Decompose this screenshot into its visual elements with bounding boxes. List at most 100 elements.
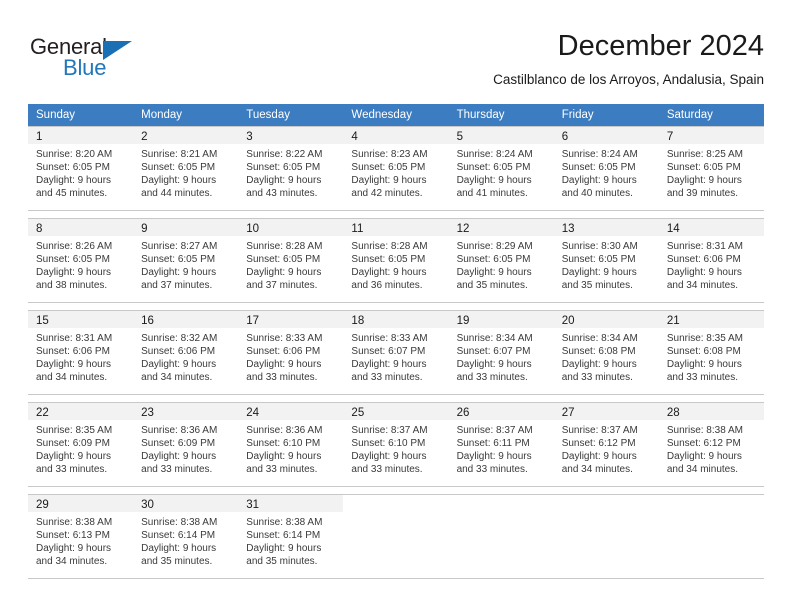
day-info: Sunrise: 8:30 AM Sunset: 6:05 PM Daylight:… — [554, 236, 659, 292]
day-number-band: 18 — [343, 311, 449, 328]
calendar-day-cell[interactable]: 10 Sunrise: 8:28 AM Sunset: 6:05 PM Dayligh… — [238, 219, 344, 302]
calendar-day-cell[interactable]: 12 Sunrise: 8:29 AM Sunset: 6:05 PM Dayligh… — [448, 219, 554, 302]
daylight-text-line1: Daylight: 9 hours — [36, 175, 112, 186]
day-number: 29 — [36, 499, 49, 511]
calendar-day-cell[interactable]: 8 Sunrise: 8:26 AM Sunset: 6:05 PM Daylight… — [28, 219, 134, 302]
calendar-empty-cell — [658, 495, 764, 578]
day-number: 8 — [36, 223, 43, 235]
day-number: 27 — [561, 407, 575, 419]
day-info: Sunrise: 8:32 AM Sunset: 6:06 PM Daylight:… — [133, 328, 238, 384]
day-number-band — [343, 495, 449, 512]
day-info: Sunrise: 8:34 AM Sunset: 6:08 PM Daylight:… — [554, 328, 659, 384]
day-info: Sunrise: 8:38 AM Sunset: 6:14 PM Daylight:… — [133, 512, 238, 568]
sunrise-text: Sunrise: 8:23 AM — [351, 149, 428, 160]
calendar-day-cell[interactable]: 7 Sunrise: 8:25 AM Sunset: 6:05 PM Daylight… — [658, 127, 764, 210]
daylight-text-line1: Daylight: 9 hours — [561, 451, 637, 462]
sunrise-text: Sunrise: 8:35 AM — [666, 333, 743, 344]
day-number: 12 — [456, 223, 470, 235]
sunset-text: Sunset: 6:13 PM — [36, 530, 110, 541]
daylight-text-line1: Daylight: 9 hours — [456, 267, 532, 278]
sunset-text: Sunset: 6:05 PM — [351, 254, 426, 265]
day-info: Sunrise: 8:25 AM Sunset: 6:05 PM Daylight:… — [659, 144, 764, 200]
calendar-day-cell[interactable]: 5 Sunrise: 8:24 AM Sunset: 6:05 PM Daylight… — [448, 127, 554, 210]
daylight-text-line1: Daylight: 9 hours — [246, 451, 322, 462]
calendar-day-cell[interactable]: 11 Sunrise: 8:28 AM Sunset: 6:05 PM Dayligh… — [343, 219, 449, 302]
calendar-day-cell[interactable]: 6 Sunrise: 8:24 AM Sunset: 6:05 PM Daylight… — [553, 127, 659, 210]
daylight-text-line1: Daylight: 9 hours — [246, 175, 322, 186]
calendar-day-cell[interactable]: 24 Sunrise: 8:36 AM Sunset: 6:10 PM Dayligh… — [238, 403, 344, 486]
weekday-thursday: Thursday — [456, 109, 505, 121]
day-info: Sunrise: 8:36 AM Sunset: 6:09 PM Daylight:… — [133, 420, 238, 476]
sunrise-text: Sunrise: 8:31 AM — [666, 241, 743, 252]
weekday-sunday: Sunday — [36, 109, 76, 121]
day-info: Sunrise: 8:33 AM Sunset: 6:06 PM Daylight:… — [238, 328, 343, 384]
calendar-day-cell[interactable]: 18 Sunrise: 8:33 AM Sunset: 6:07 PM Dayligh… — [343, 311, 449, 394]
daylight-text-line2: and 35 minutes. — [246, 556, 318, 567]
sunrise-text: Sunrise: 8:22 AM — [246, 149, 323, 160]
sunrise-text: Sunrise: 8:34 AM — [456, 333, 533, 344]
daylight-text-line1: Daylight: 9 hours — [246, 543, 322, 554]
calendar-day-cell[interactable]: 20 Sunrise: 8:34 AM Sunset: 6:08 PM Dayligh… — [553, 311, 659, 394]
sunrise-text: Sunrise: 8:37 AM — [351, 425, 428, 436]
calendar-day-cell[interactable]: 30 Sunrise: 8:38 AM Sunset: 6:14 PM Dayligh… — [133, 495, 239, 578]
general-blue-logo[interactable]: General Blue — [30, 34, 180, 90]
calendar-day-cell[interactable]: 16 Sunrise: 8:32 AM Sunset: 6:06 PM Dayligh… — [133, 311, 239, 394]
sunrise-text: Sunrise: 8:33 AM — [351, 333, 428, 344]
sunset-text: Sunset: 6:05 PM — [456, 254, 531, 265]
calendar-day-cell[interactable]: 23 Sunrise: 8:36 AM Sunset: 6:09 PM Dayligh… — [133, 403, 239, 486]
day-number: 18 — [351, 315, 365, 327]
calendar-day-cell[interactable]: 26 Sunrise: 8:37 AM Sunset: 6:11 PM Dayligh… — [448, 403, 554, 486]
calendar-day-cell[interactable]: 3 Sunrise: 8:22 AM Sunset: 6:05 PM Daylight… — [238, 127, 344, 210]
sunset-text: Sunset: 6:05 PM — [666, 162, 741, 173]
calendar-day-cell[interactable]: 2 Sunrise: 8:21 AM Sunset: 6:05 PM Daylight… — [133, 127, 239, 210]
calendar-day-cell[interactable]: 15 Sunrise: 8:31 AM Sunset: 6:06 PM Dayligh… — [28, 311, 134, 394]
sunset-text: Sunset: 6:06 PM — [141, 346, 216, 357]
calendar-day-cell[interactable]: 28 Sunrise: 8:38 AM Sunset: 6:12 PM Dayligh… — [658, 403, 764, 486]
sunset-text: Sunset: 6:14 PM — [246, 530, 321, 541]
calendar-day-cell[interactable]: 25 Sunrise: 8:37 AM Sunset: 6:10 PM Dayligh… — [343, 403, 449, 486]
calendar-day-cell[interactable]: 27 Sunrise: 8:37 AM Sunset: 6:12 PM Dayligh… — [553, 403, 659, 486]
calendar-day-cell[interactable]: 9 Sunrise: 8:27 AM Sunset: 6:05 PM Daylight… — [133, 219, 239, 302]
daylight-text-line2: and 38 minutes. — [36, 280, 108, 291]
sunrise-text: Sunrise: 8:37 AM — [561, 425, 638, 436]
daylight-text-line1: Daylight: 9 hours — [36, 451, 112, 462]
weekday-wednesday: Wednesday — [351, 109, 412, 121]
day-number-band: 9 — [133, 219, 239, 236]
daylight-text-line1: Daylight: 9 hours — [666, 359, 742, 370]
page-subtitle: Castilblanco de los Arroyos, Andalusia, … — [493, 72, 764, 87]
day-number: 30 — [141, 499, 154, 511]
day-number-band: 5 — [448, 127, 554, 144]
calendar-day-cell[interactable]: 22 Sunrise: 8:35 AM Sunset: 6:09 PM Dayligh… — [28, 403, 134, 486]
calendar-day-cell[interactable]: 4 Sunrise: 8:23 AM Sunset: 6:05 PM Daylight… — [343, 127, 449, 210]
day-info — [659, 512, 764, 516]
sunrise-text: Sunrise: 8:38 AM — [246, 517, 323, 528]
calendar-day-cell[interactable]: 21 Sunrise: 8:35 AM Sunset: 6:08 PM Dayligh… — [658, 311, 764, 394]
sunset-text: Sunset: 6:06 PM — [36, 346, 110, 357]
day-number-band: 31 — [238, 495, 344, 512]
day-info: Sunrise: 8:23 AM Sunset: 6:05 PM Daylight:… — [343, 144, 448, 200]
calendar-day-cell[interactable]: 1 Sunrise: 8:20 AM Sunset: 6:05 PM Daylight… — [28, 127, 134, 210]
calendar-week-row: 29 Sunrise: 8:38 AM Sunset: 6:13 PM Dayligh… — [28, 494, 764, 579]
day-info: Sunrise: 8:38 AM Sunset: 6:14 PM Daylight:… — [238, 512, 343, 568]
day-number: 23 — [141, 407, 154, 419]
sunrise-text: Sunrise: 8:29 AM — [456, 241, 533, 252]
day-number: 17 — [246, 315, 260, 327]
daylight-text-line2: and 45 minutes. — [36, 188, 108, 199]
day-number: 3 — [246, 131, 253, 143]
calendar-day-cell[interactable]: 19 Sunrise: 8:34 AM Sunset: 6:07 PM Dayligh… — [448, 311, 554, 394]
day-info: Sunrise: 8:35 AM Sunset: 6:08 PM Daylight:… — [659, 328, 764, 384]
calendar-day-cell[interactable]: 17 Sunrise: 8:33 AM Sunset: 6:06 PM Dayligh… — [238, 311, 344, 394]
daylight-text-line1: Daylight: 9 hours — [36, 267, 112, 278]
calendar-day-cell[interactable]: 31 Sunrise: 8:38 AM Sunset: 6:14 PM Dayligh… — [238, 495, 344, 578]
day-info: Sunrise: 8:26 AM Sunset: 6:05 PM Daylight:… — [28, 236, 133, 292]
day-info: Sunrise: 8:24 AM Sunset: 6:05 PM Daylight:… — [449, 144, 554, 200]
sunrise-text: Sunrise: 8:37 AM — [456, 425, 533, 436]
calendar-day-cell[interactable]: 14 Sunrise: 8:31 AM Sunset: 6:06 PM Dayligh… — [658, 219, 764, 302]
day-number-band: 29 — [28, 495, 134, 512]
calendar-grid: Sunday Monday Tuesday Wednesday Thursday… — [28, 104, 764, 579]
day-number-band: 4 — [343, 127, 449, 144]
calendar-day-cell[interactable]: 29 Sunrise: 8:38 AM Sunset: 6:13 PM Dayligh… — [28, 495, 134, 578]
sunset-text: Sunset: 6:06 PM — [246, 346, 321, 357]
sunset-text: Sunset: 6:05 PM — [561, 162, 636, 173]
calendar-day-cell[interactable]: 13 Sunrise: 8:30 AM Sunset: 6:05 PM Dayligh… — [553, 219, 659, 302]
